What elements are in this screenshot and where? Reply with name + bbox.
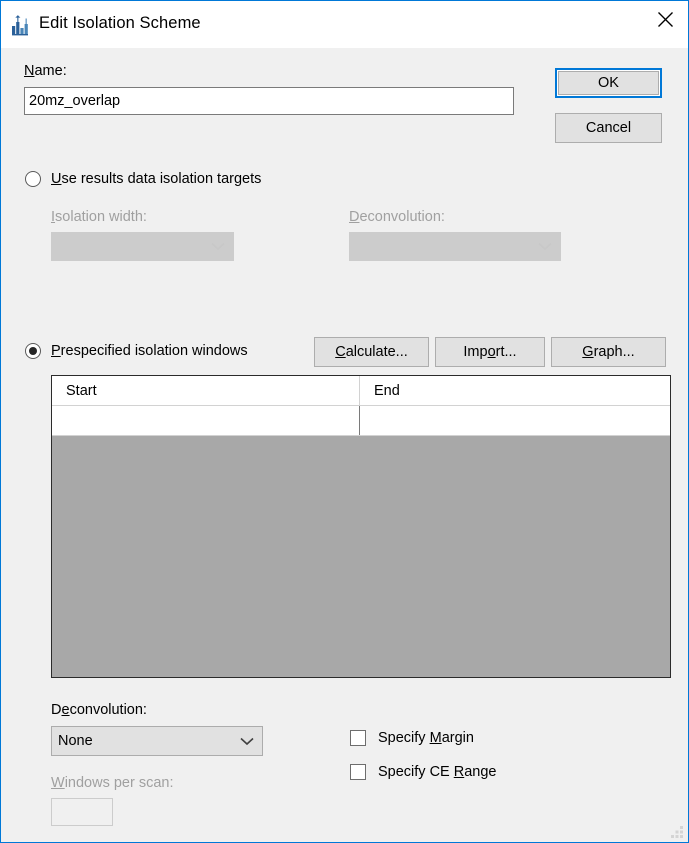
checkbox-specify-margin[interactable]: Specify Margin xyxy=(350,730,474,746)
checkbox-label: Specify CE Range xyxy=(378,764,497,780)
close-icon[interactable] xyxy=(642,1,688,37)
skyline-chart-icon xyxy=(9,13,33,37)
import-button[interactable]: Import... xyxy=(435,337,545,367)
cell-end[interactable] xyxy=(360,406,670,435)
checkbox-specify-ce-range[interactable]: Specify CE Range xyxy=(350,764,497,780)
checkbox-indicator xyxy=(350,764,366,780)
chevron-down-icon xyxy=(530,242,560,251)
radio-prespecified-isolation-windows[interactable]: Prespecified isolation windows xyxy=(25,343,248,359)
column-header-end[interactable]: End xyxy=(360,376,670,405)
windows-per-scan-label: Windows per scan: xyxy=(51,775,174,791)
isolation-windows-grid[interactable]: Start End xyxy=(51,375,671,678)
deconvolution-label: Deconvolution: xyxy=(51,702,147,718)
name-label: Name: xyxy=(24,63,67,79)
results-deconvolution-dropdown xyxy=(349,232,561,261)
isolation-width-label: Isolation width: xyxy=(51,209,147,225)
column-header-start[interactable]: Start xyxy=(52,376,360,405)
window-title: Edit Isolation Scheme xyxy=(39,14,201,32)
radio-label: Use results data isolation targets xyxy=(51,171,262,187)
radio-label: Prespecified isolation windows xyxy=(51,343,248,359)
chevron-down-icon xyxy=(203,242,233,251)
deconvolution-dropdown[interactable]: None xyxy=(51,726,263,756)
graph-button[interactable]: Graph... xyxy=(551,337,666,367)
title-bar: Edit Isolation Scheme xyxy=(1,1,688,48)
checkbox-indicator xyxy=(350,730,366,746)
name-input[interactable] xyxy=(24,87,514,115)
radio-use-results-data-isolation-targets[interactable]: Use results data isolation targets xyxy=(25,171,261,187)
cell-start[interactable] xyxy=(52,406,360,435)
chevron-down-icon xyxy=(232,737,262,746)
results-deconvolution-label: Deconvolution: xyxy=(349,209,445,225)
isolation-width-dropdown xyxy=(51,232,234,261)
calculate-button[interactable]: Calculate... xyxy=(314,337,429,367)
import-button-label: Import... xyxy=(463,344,517,360)
radio-indicator xyxy=(25,171,41,187)
calculate-button-label: Calculate... xyxy=(335,344,408,360)
checkbox-label: Specify Margin xyxy=(378,730,474,746)
grid-header-row: Start End xyxy=(52,376,670,406)
edit-isolation-scheme-dialog: Edit Isolation Scheme Name: OK Cancel Us… xyxy=(0,0,689,843)
deconvolution-value: None xyxy=(58,733,93,749)
radio-indicator xyxy=(25,343,41,359)
table-row[interactable] xyxy=(52,406,670,436)
resize-grip[interactable] xyxy=(669,823,685,839)
cancel-button[interactable]: Cancel xyxy=(555,113,662,143)
ok-button[interactable]: OK xyxy=(555,68,662,98)
windows-per-scan-input[interactable] xyxy=(51,798,113,826)
graph-button-label: Graph... xyxy=(582,344,635,360)
